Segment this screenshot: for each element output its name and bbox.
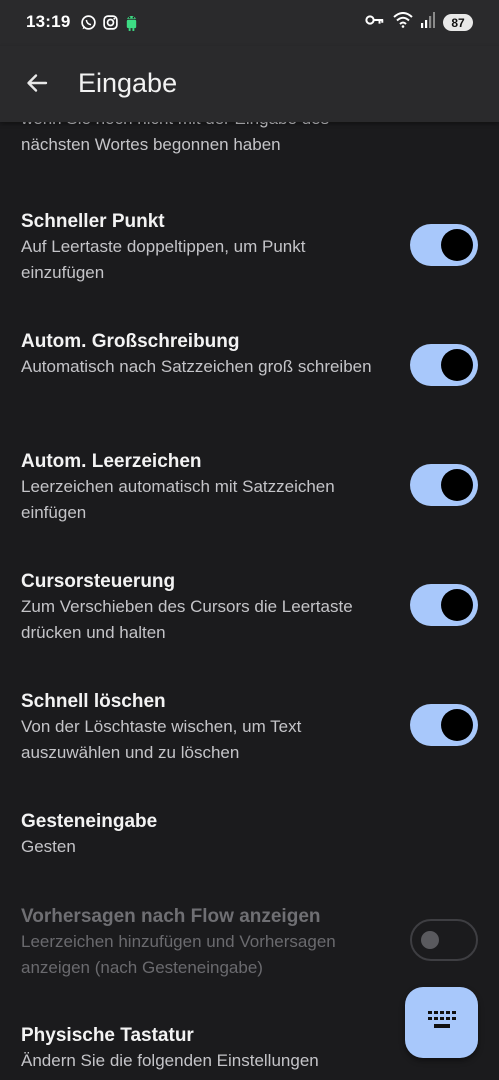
setting-subtitle: Gesten <box>21 837 76 856</box>
setting-subtitle: Zum Verschieben des Cursors die Leertast… <box>21 597 353 642</box>
setting-subtitle: Leerzeichen automatisch mit Satzzeichen … <box>21 477 335 522</box>
toggle-switch[interactable] <box>410 584 478 626</box>
setting-gesteneingabe[interactable]: Gesteneingabe Gesten <box>0 802 499 882</box>
vpn-key-icon <box>365 13 385 32</box>
wifi-icon <box>393 12 413 33</box>
setting-title: Physische Tastatur <box>21 1025 194 1046</box>
instagram-icon <box>102 14 119 36</box>
keyboard-icon <box>426 1009 458 1036</box>
app-bar: Eingabe <box>0 46 499 122</box>
setting-title: Autom. Großschreibung <box>21 331 240 352</box>
setting-subtitle: Leerzeichen hinzufügen und Vorhersagen a… <box>21 932 336 977</box>
whatsapp-icon <box>80 14 97 36</box>
signal-icon <box>421 12 435 33</box>
setting-subtitle: Automatisch nach Satzzeichen groß schrei… <box>21 357 372 376</box>
setting-subtitle: wenn Sie noch nicht mit der Eingabe des … <box>21 122 329 154</box>
keyboard-fab-button[interactable] <box>405 987 478 1058</box>
toggle-switch <box>410 919 478 961</box>
page-title: Eingabe <box>78 68 178 98</box>
setting-autom-leerzeichen[interactable]: Autom. Leerzeichen Leerzeichen automatis… <box>0 442 499 552</box>
setting-autom-grossschreibung[interactable]: Autom. Großschreibung Automatisch nach S… <box>0 322 499 432</box>
toggle-switch[interactable] <box>410 704 478 746</box>
setting-title: Cursorsteuerung <box>21 571 176 592</box>
arrow-back-icon[interactable] <box>22 68 52 98</box>
setting-schneller-punkt[interactable]: Schneller Punkt Auf Leertaste doppeltipp… <box>0 202 499 312</box>
setting-subtitle: Ändern Sie die folgenden Einstellungen <box>21 1051 319 1070</box>
toggle-switch[interactable] <box>410 464 478 506</box>
setting-cursorsteuerung[interactable]: Cursorsteuerung Zum Verschieben des Curs… <box>0 562 499 672</box>
status-time: 13:19 <box>26 12 71 31</box>
setting-subtitle: Auf Leertaste doppeltippen, um Punkt ein… <box>21 237 306 282</box>
status-bar: 13:19 87 <box>0 0 499 46</box>
settings-list[interactable]: wenn Sie noch nicht mit der Eingabe des … <box>0 122 499 1080</box>
setting-title: Vorhersagen nach Flow anzeigen <box>21 906 321 927</box>
android-icon <box>124 13 139 37</box>
setting-title: Gesteneingabe <box>21 811 158 832</box>
toggle-switch[interactable] <box>410 344 478 386</box>
toggle-switch[interactable] <box>410 224 478 266</box>
setting-title: Autom. Leerzeichen <box>21 451 202 472</box>
setting-subtitle: Von der Löschtaste wischen, um Text ausz… <box>21 717 302 762</box>
setting-title: Schnell löschen <box>21 691 166 712</box>
setting-schnell-loeschen[interactable]: Schnell löschen Von der Löschtaste wisch… <box>0 682 499 792</box>
setting-title: Schneller Punkt <box>21 211 165 232</box>
battery-indicator: 87 <box>443 14 473 31</box>
setting-item-partial[interactable]: wenn Sie noch nicht mit der Eingabe des … <box>0 122 499 166</box>
